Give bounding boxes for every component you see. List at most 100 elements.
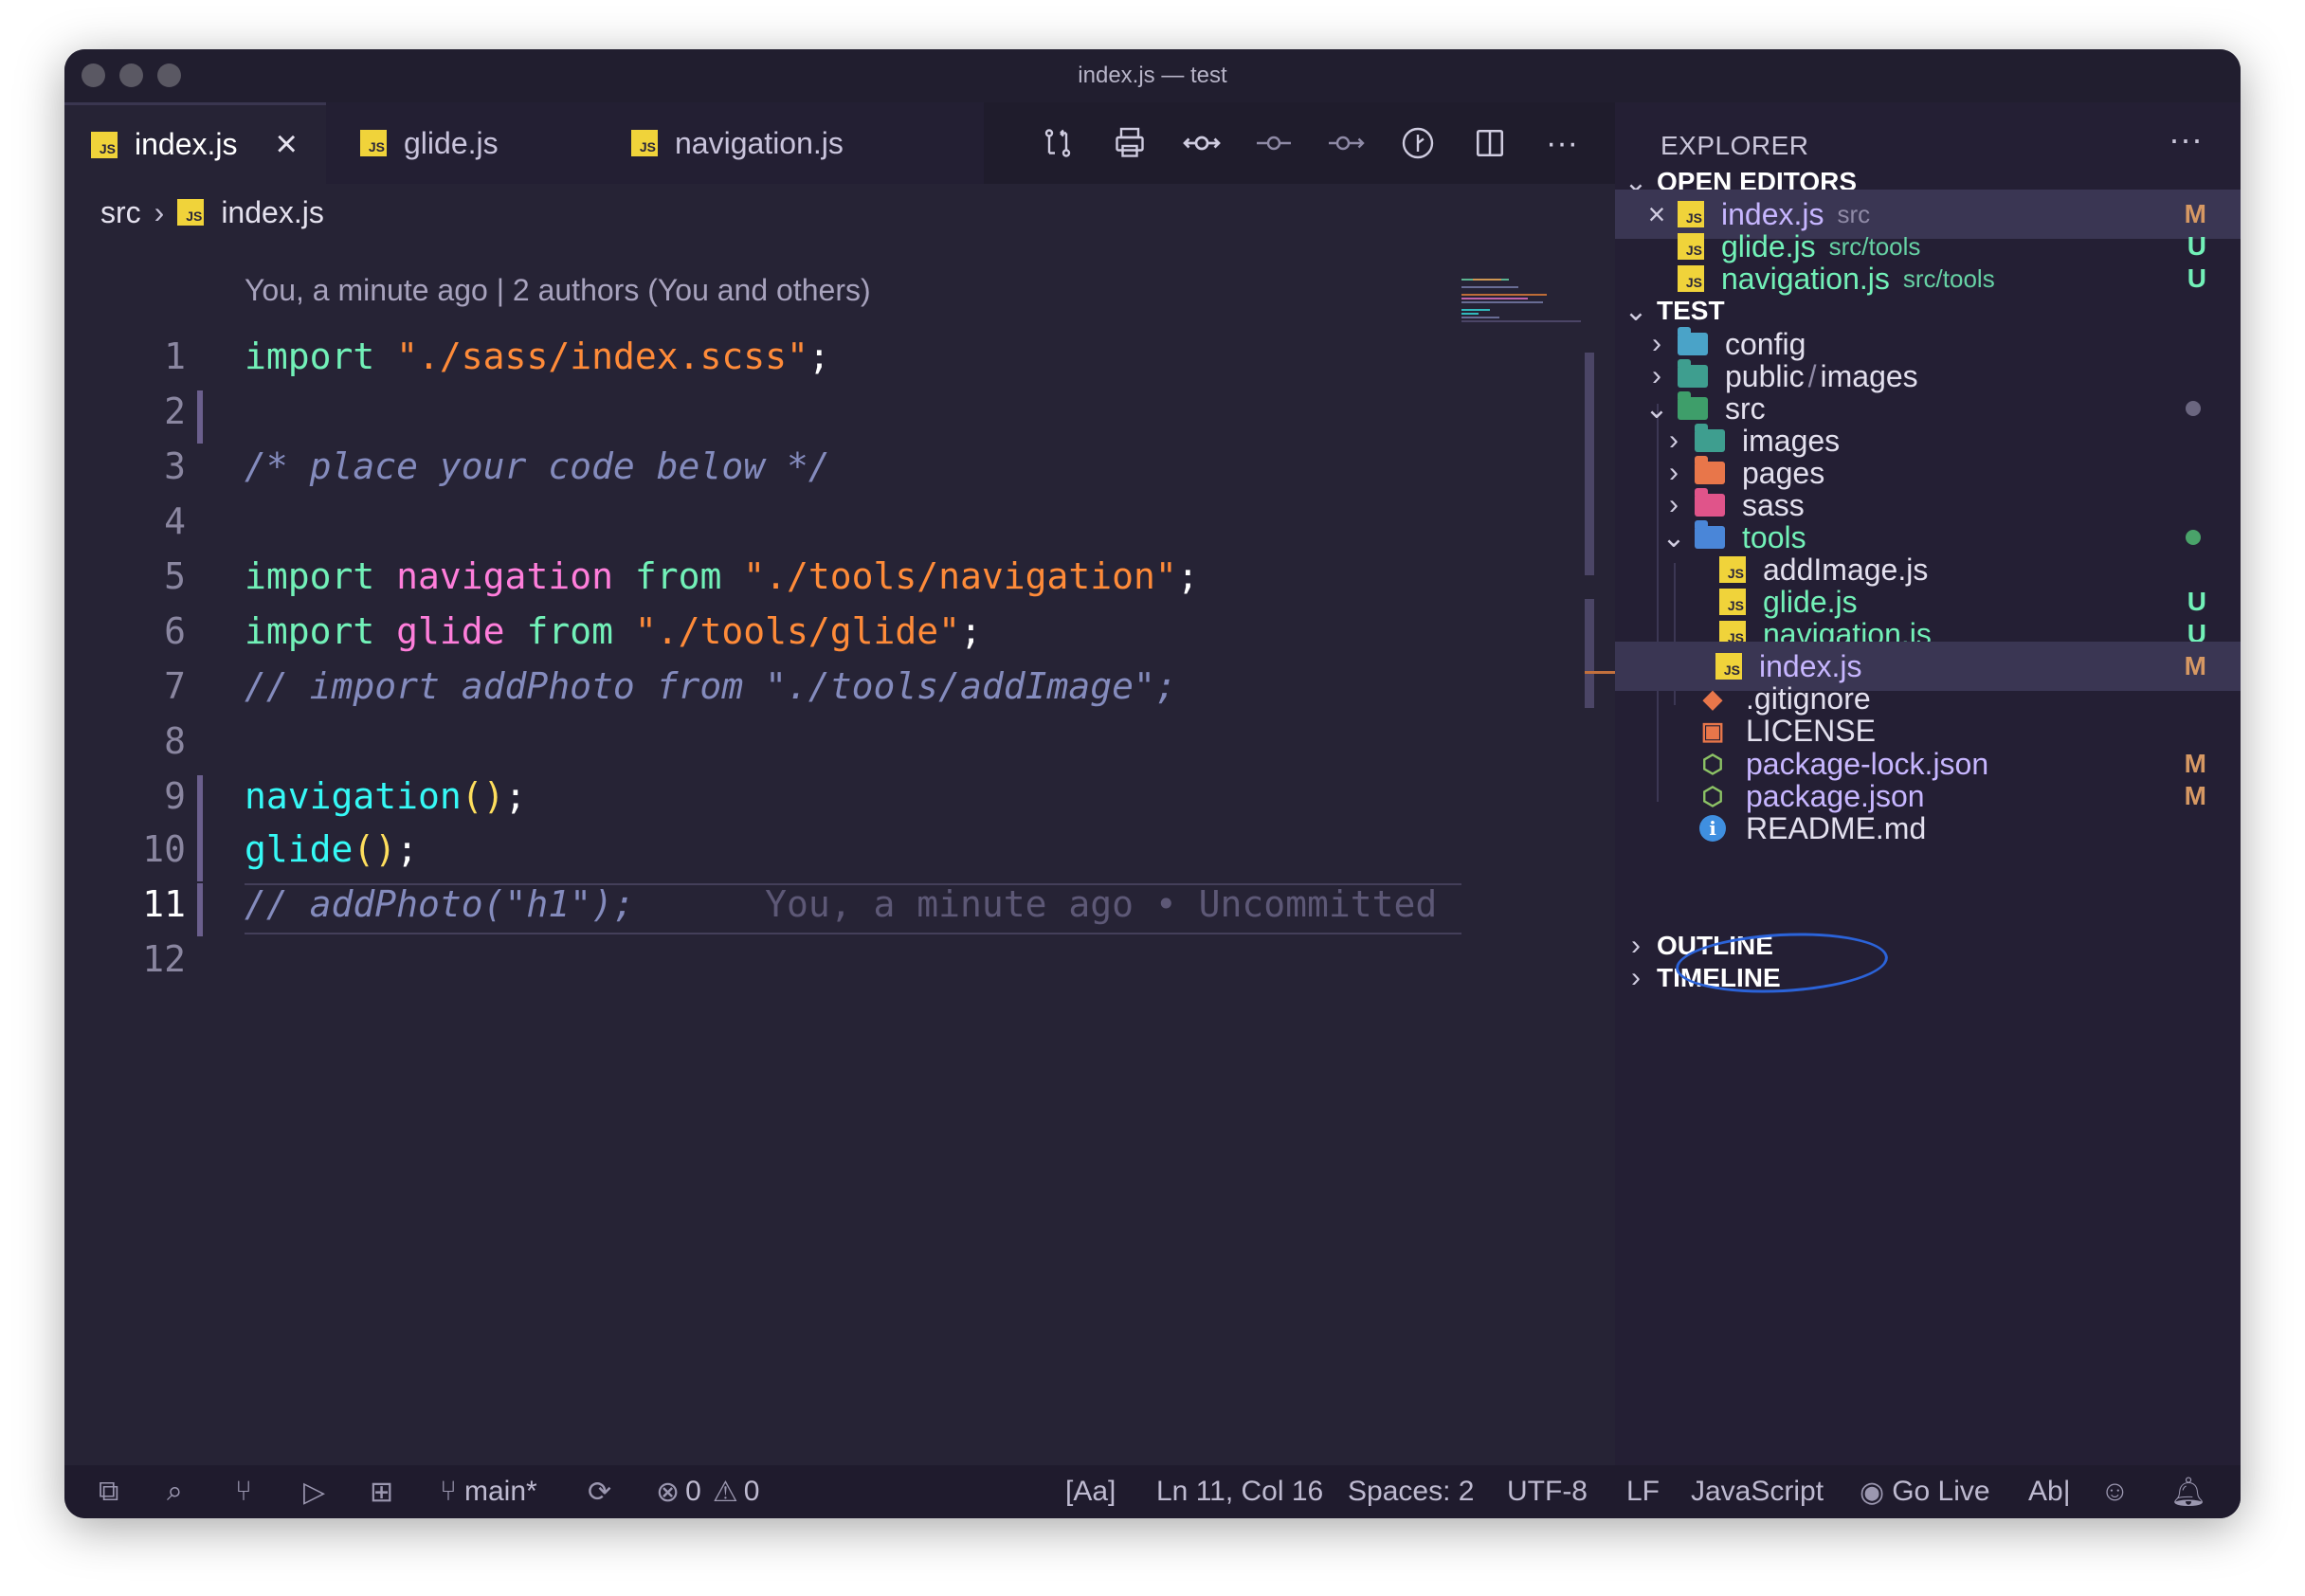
go-live-button[interactable]: ◉ Go Live	[1860, 1465, 1990, 1518]
source-control-icon[interactable]: ⑂	[235, 1465, 252, 1518]
code-editor[interactable]: You, a minute ago | 2 authors (You and o…	[64, 239, 1617, 1518]
code-line: 6 import glide from "./tools/glide";	[64, 610, 1543, 663]
line-number: 2	[164, 390, 186, 432]
code-line: 10 glide();	[64, 828, 1543, 881]
title-bar: index.js — test	[64, 49, 2241, 102]
git-change-marker[interactable]	[197, 775, 203, 828]
print-icon[interactable]	[1094, 102, 1166, 184]
code-line: 8	[64, 720, 1543, 773]
bell-icon[interactable]: 🔔︎	[2170, 1465, 2206, 1518]
encoding[interactable]: UTF-8	[1507, 1465, 1588, 1518]
more-actions-icon[interactable]: ···	[1526, 102, 1598, 184]
indentation[interactable]: Spaces: 2	[1348, 1465, 1474, 1518]
line-number: 11	[142, 883, 186, 925]
spell-check[interactable]: Ab|	[2028, 1465, 2071, 1518]
tab-label: navigation.js	[675, 125, 844, 160]
status-bar: ⧉ ⌕ ⑂ ▷ ⊞ ⑂ main* ⟳ ⊗ 0 ⚠ 0 [Aa] Ln 11, …	[64, 1465, 2241, 1518]
code-line: 4	[64, 500, 1543, 553]
tree-file-readme[interactable]: i README.md	[1615, 804, 2241, 853]
code-line: 2	[64, 390, 1543, 444]
sync-icon[interactable]: ⟳	[588, 1465, 611, 1518]
chevron-right-icon: ›	[1631, 962, 1641, 993]
line-content: import "./sass/index.scss";	[245, 336, 830, 377]
js-file-icon: JS	[631, 130, 658, 156]
tab-label: index.js	[135, 127, 238, 161]
git-change-marker[interactable]	[197, 390, 203, 444]
git-change-marker[interactable]	[197, 828, 203, 881]
line-content: // import addPhoto from "./tools/addImag…	[245, 665, 1177, 707]
git-branch[interactable]: ⑂ main*	[440, 1465, 537, 1518]
breadcrumb-folder[interactable]: src	[100, 195, 141, 230]
untracked-dot	[2186, 530, 2201, 545]
breadcrumb: src › JS index.js	[100, 184, 324, 241]
case-indicator[interactable]: [Aa]	[1065, 1465, 1116, 1518]
code-line-current: 11 // addPhoto("h1"); You, a minute ago …	[64, 883, 1543, 936]
code-line: 5 import navigation from "./tools/naviga…	[64, 555, 1543, 608]
line-number: 4	[164, 500, 186, 542]
js-file-icon: JS	[91, 131, 118, 158]
line-number: 10	[142, 828, 186, 870]
zoom-window-button[interactable]	[157, 63, 181, 87]
line-content: // addPhoto("h1"); You, a minute ago • U…	[245, 883, 1438, 925]
code-line: 3 /* place your code below */	[64, 445, 1543, 499]
git-commit-icon[interactable]	[1166, 102, 1238, 184]
minimize-window-button[interactable]	[119, 63, 143, 87]
cursor-position[interactable]: Ln 11, Col 16	[1156, 1465, 1323, 1518]
line-content: /* place your code below */	[245, 445, 830, 487]
timeline-icon[interactable]	[1382, 102, 1454, 184]
tab-label: glide.js	[404, 125, 499, 160]
line-number: 5	[164, 555, 186, 597]
info-icon: i	[1697, 814, 1729, 843]
chevron-right-icon: ›	[154, 194, 165, 229]
line-number: 6	[164, 610, 186, 652]
window-controls	[82, 63, 181, 87]
tab-navigation-js[interactable]: JS navigation.js	[597, 102, 984, 184]
close-window-button[interactable]	[82, 63, 105, 87]
line-content: import glide from "./tools/glide";	[245, 610, 982, 652]
run-debug-icon[interactable]: ▷	[303, 1465, 325, 1518]
close-icon[interactable]: ×	[276, 123, 298, 166]
error-icon: ⊗	[656, 1476, 681, 1508]
tab-index-js[interactable]: JS index.js ×	[64, 102, 326, 184]
split-editor-icon[interactable]	[1454, 102, 1526, 184]
line-number: 9	[164, 775, 186, 817]
extensions-icon[interactable]: ⊞	[370, 1465, 393, 1518]
code-line: 1 import "./sass/index.scss";	[64, 336, 1543, 389]
line-endings[interactable]: LF	[1626, 1465, 1660, 1518]
explorer-view-icon[interactable]: ⧉	[99, 1465, 118, 1518]
compare-changes-icon[interactable]	[1022, 102, 1094, 184]
js-file-icon: JS	[360, 130, 387, 156]
vertical-scrollbar[interactable]	[1585, 353, 1594, 575]
scrollbar-overview	[1585, 599, 1594, 708]
previous-change-icon[interactable]	[1238, 102, 1310, 184]
broadcast-icon: ◉	[1860, 1476, 1885, 1508]
git-change-marker[interactable]	[197, 883, 203, 936]
editor-toolbar: ···	[1022, 102, 1598, 184]
line-content: glide();	[245, 828, 419, 870]
code-line: 7 // import addPhoto from "./tools/addIm…	[64, 665, 1543, 718]
warning-icon: ⚠	[712, 1476, 738, 1508]
code-line: 9 navigation();	[64, 775, 1543, 828]
explorer-sidebar: EXPLORER ··· ⌄ OPEN EDITORS × JS index.j…	[1615, 102, 2241, 1518]
line-content: import navigation from "./tools/navigati…	[245, 555, 1199, 597]
window-title: index.js — test	[1078, 63, 1227, 88]
line-number: 3	[164, 445, 186, 487]
tab-glide-js[interactable]: JS glide.js	[326, 102, 597, 184]
more-actions-icon[interactable]: ···	[2169, 119, 2203, 159]
line-content: navigation();	[245, 775, 527, 817]
next-change-icon[interactable]	[1310, 102, 1382, 184]
line-number: 1	[164, 336, 186, 377]
search-icon[interactable]: ⌕	[167, 1465, 183, 1518]
scrollbar-marker	[1585, 671, 1617, 674]
code-line: 12	[64, 938, 1543, 991]
blame-annotation[interactable]: You, a minute ago | 2 authors (You and o…	[245, 273, 871, 308]
modified-dot	[2186, 401, 2201, 416]
branch-icon: ⑂	[440, 1476, 457, 1507]
line-number: 12	[142, 938, 186, 980]
feedback-icon[interactable]: ☺	[2100, 1465, 2130, 1518]
inline-blame: You, a minute ago • Uncommitted	[765, 883, 1438, 925]
breadcrumb-file[interactable]: index.js	[221, 195, 324, 230]
minimap[interactable]	[1461, 277, 1581, 324]
problems-indicator[interactable]: ⊗ 0 ⚠ 0	[656, 1465, 759, 1518]
language-mode[interactable]: JavaScript	[1691, 1465, 1824, 1518]
